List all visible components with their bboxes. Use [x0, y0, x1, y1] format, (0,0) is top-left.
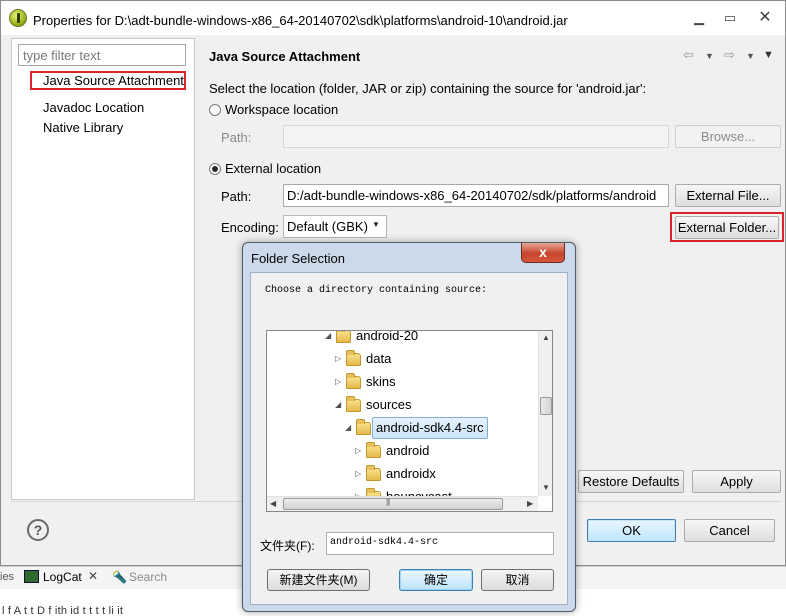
folder-icon — [356, 419, 371, 435]
scroll-right-arrow-icon[interactable]: ▶ — [527, 499, 533, 508]
maximize-button[interactable]: ▭ — [718, 9, 742, 27]
tree-node-label: android — [386, 443, 430, 458]
folder-icon — [366, 442, 381, 458]
close-window-button[interactable]: ✕ — [753, 9, 777, 27]
tree-node-label: android-20 — [356, 330, 419, 343]
tree-node-label: data — [366, 351, 392, 366]
expanded-arrow-icon[interactable]: ◢ — [335, 395, 345, 415]
workspace-location-label: Workspace location — [225, 102, 339, 117]
tab-logcat[interactable]: LogCat — [43, 570, 82, 584]
folder-icon — [346, 396, 361, 412]
external-path-input[interactable]: D:/adt-bundle-windows-x86_64-20140702/sd… — [283, 184, 669, 207]
external-path-label: Path: — [221, 189, 252, 204]
workspace-path-field — [283, 125, 669, 148]
workspace-location-radio[interactable] — [209, 104, 221, 116]
folder-input[interactable]: android-sdk4.4-src — [326, 532, 554, 555]
folder-icon — [346, 350, 361, 366]
horizontal-scroll-thumb[interactable] — [283, 497, 503, 510]
tab-search[interactable]: Search — [129, 570, 167, 584]
page-title: Java Source Attachment — [209, 49, 361, 64]
tree-node-label: android-sdk4.4-src — [372, 417, 488, 439]
view-menu-icon[interactable]: ▼ — [763, 49, 774, 61]
tree-item-native-library[interactable]: Native Library — [43, 120, 123, 135]
encoding-value: Default (GBK) — [287, 219, 368, 234]
cancel-button[interactable]: Cancel — [684, 519, 775, 542]
forward-arrow-icon[interactable]: ⇨ — [724, 47, 735, 63]
collapsed-arrow-icon[interactable]: ▷ — [335, 349, 345, 369]
folder-field-label: 文件夹(F): — [260, 539, 315, 553]
dropdown-arrow-icon: ▼ — [372, 220, 380, 229]
tree-node-label: androidx — [386, 466, 436, 481]
external-location-label: External location — [225, 161, 322, 176]
folder-icon — [336, 331, 351, 343]
restore-defaults-button[interactable]: Restore Defaults — [578, 470, 684, 493]
search-icon: 🔦 — [112, 570, 127, 584]
folder-selection-dialog: Folder Selection x Choose a directory co… — [242, 242, 576, 612]
new-folder-button[interactable]: 新建文件夹(M) — [267, 569, 370, 591]
tree-node-label: skins — [366, 374, 396, 389]
back-arrow-icon[interactable]: ⇦ — [683, 47, 694, 63]
workspace-path-label: Path: — [221, 130, 252, 145]
tree-item-java-source-attachment[interactable]: Java Source Attachment — [30, 71, 186, 90]
background-tab-fragment: ies — [0, 571, 15, 583]
collapsed-arrow-icon[interactable]: ▷ — [335, 372, 345, 392]
external-location-radio[interactable] — [209, 163, 221, 175]
filter-input[interactable] — [18, 44, 186, 66]
tree-node-label: sources — [366, 397, 412, 412]
browse-button: Browse... — [675, 125, 781, 148]
tree-item-javadoc-location[interactable]: Javadoc Location — [43, 100, 144, 115]
property-pages-tree: Java Source Attachment Javadoc Location … — [11, 38, 195, 500]
vertical-scrollbar[interactable]: ▲ ▼ — [538, 331, 552, 496]
expanded-arrow-icon[interactable]: ◢ — [325, 331, 335, 346]
forward-dropdown-icon[interactable]: ▼ — [746, 51, 755, 61]
back-dropdown-icon[interactable]: ▼ — [705, 51, 714, 61]
title-bar: Properties for D:\adt-bundle-windows-x86… — [1, 1, 785, 35]
external-folder-highlight: External Folder... — [670, 212, 784, 242]
collapsed-arrow-icon[interactable]: ▷ — [355, 464, 365, 484]
window-title: Properties for D:\adt-bundle-windows-x86… — [33, 13, 568, 28]
help-icon[interactable]: ? — [27, 519, 49, 541]
vertical-scroll-thumb[interactable] — [540, 397, 552, 415]
apply-button[interactable]: Apply — [692, 470, 781, 493]
dialog-title: Folder Selection — [251, 251, 345, 266]
dialog-cancel-button[interactable]: 取消 — [481, 569, 554, 591]
encoding-label: Encoding: — [221, 220, 279, 235]
horizontal-scrollbar[interactable]: ◀ ▶ — [267, 496, 538, 511]
scroll-up-arrow-icon[interactable]: ▲ — [542, 333, 550, 342]
adt-app-icon — [9, 9, 27, 27]
confirm-button[interactable]: 确定 — [399, 569, 473, 591]
page-description: Select the location (folder, JAR or zip)… — [209, 81, 647, 96]
folder-icon — [346, 373, 361, 389]
ok-button[interactable]: OK — [587, 519, 676, 542]
folder-icon — [366, 465, 381, 481]
folder-tree[interactable]: ◢ android-20 ▷ data ▷ skins ◢ sources ◢ — [266, 330, 553, 512]
scroll-left-arrow-icon[interactable]: ◀ — [270, 499, 276, 508]
dialog-message: Choose a directory containing source: — [265, 285, 488, 296]
logcat-icon — [24, 570, 39, 583]
external-folder-button[interactable]: External Folder... — [675, 216, 779, 239]
background-text: l f A t t D f ith id t t t t li it — [2, 605, 124, 616]
encoding-select[interactable]: Default (GBK) ▼ — [283, 215, 387, 238]
collapsed-arrow-icon[interactable]: ▷ — [355, 441, 365, 461]
close-tab-icon[interactable]: ✕ — [88, 569, 98, 583]
minimize-button[interactable]: ▁ — [687, 9, 711, 27]
scroll-down-arrow-icon[interactable]: ▼ — [542, 483, 550, 492]
dialog-body: Choose a directory containing source: ◢ … — [250, 272, 568, 605]
expanded-arrow-icon[interactable]: ◢ — [345, 418, 355, 438]
dialog-close-button[interactable]: x — [521, 243, 565, 263]
external-file-button[interactable]: External File... — [675, 184, 781, 207]
